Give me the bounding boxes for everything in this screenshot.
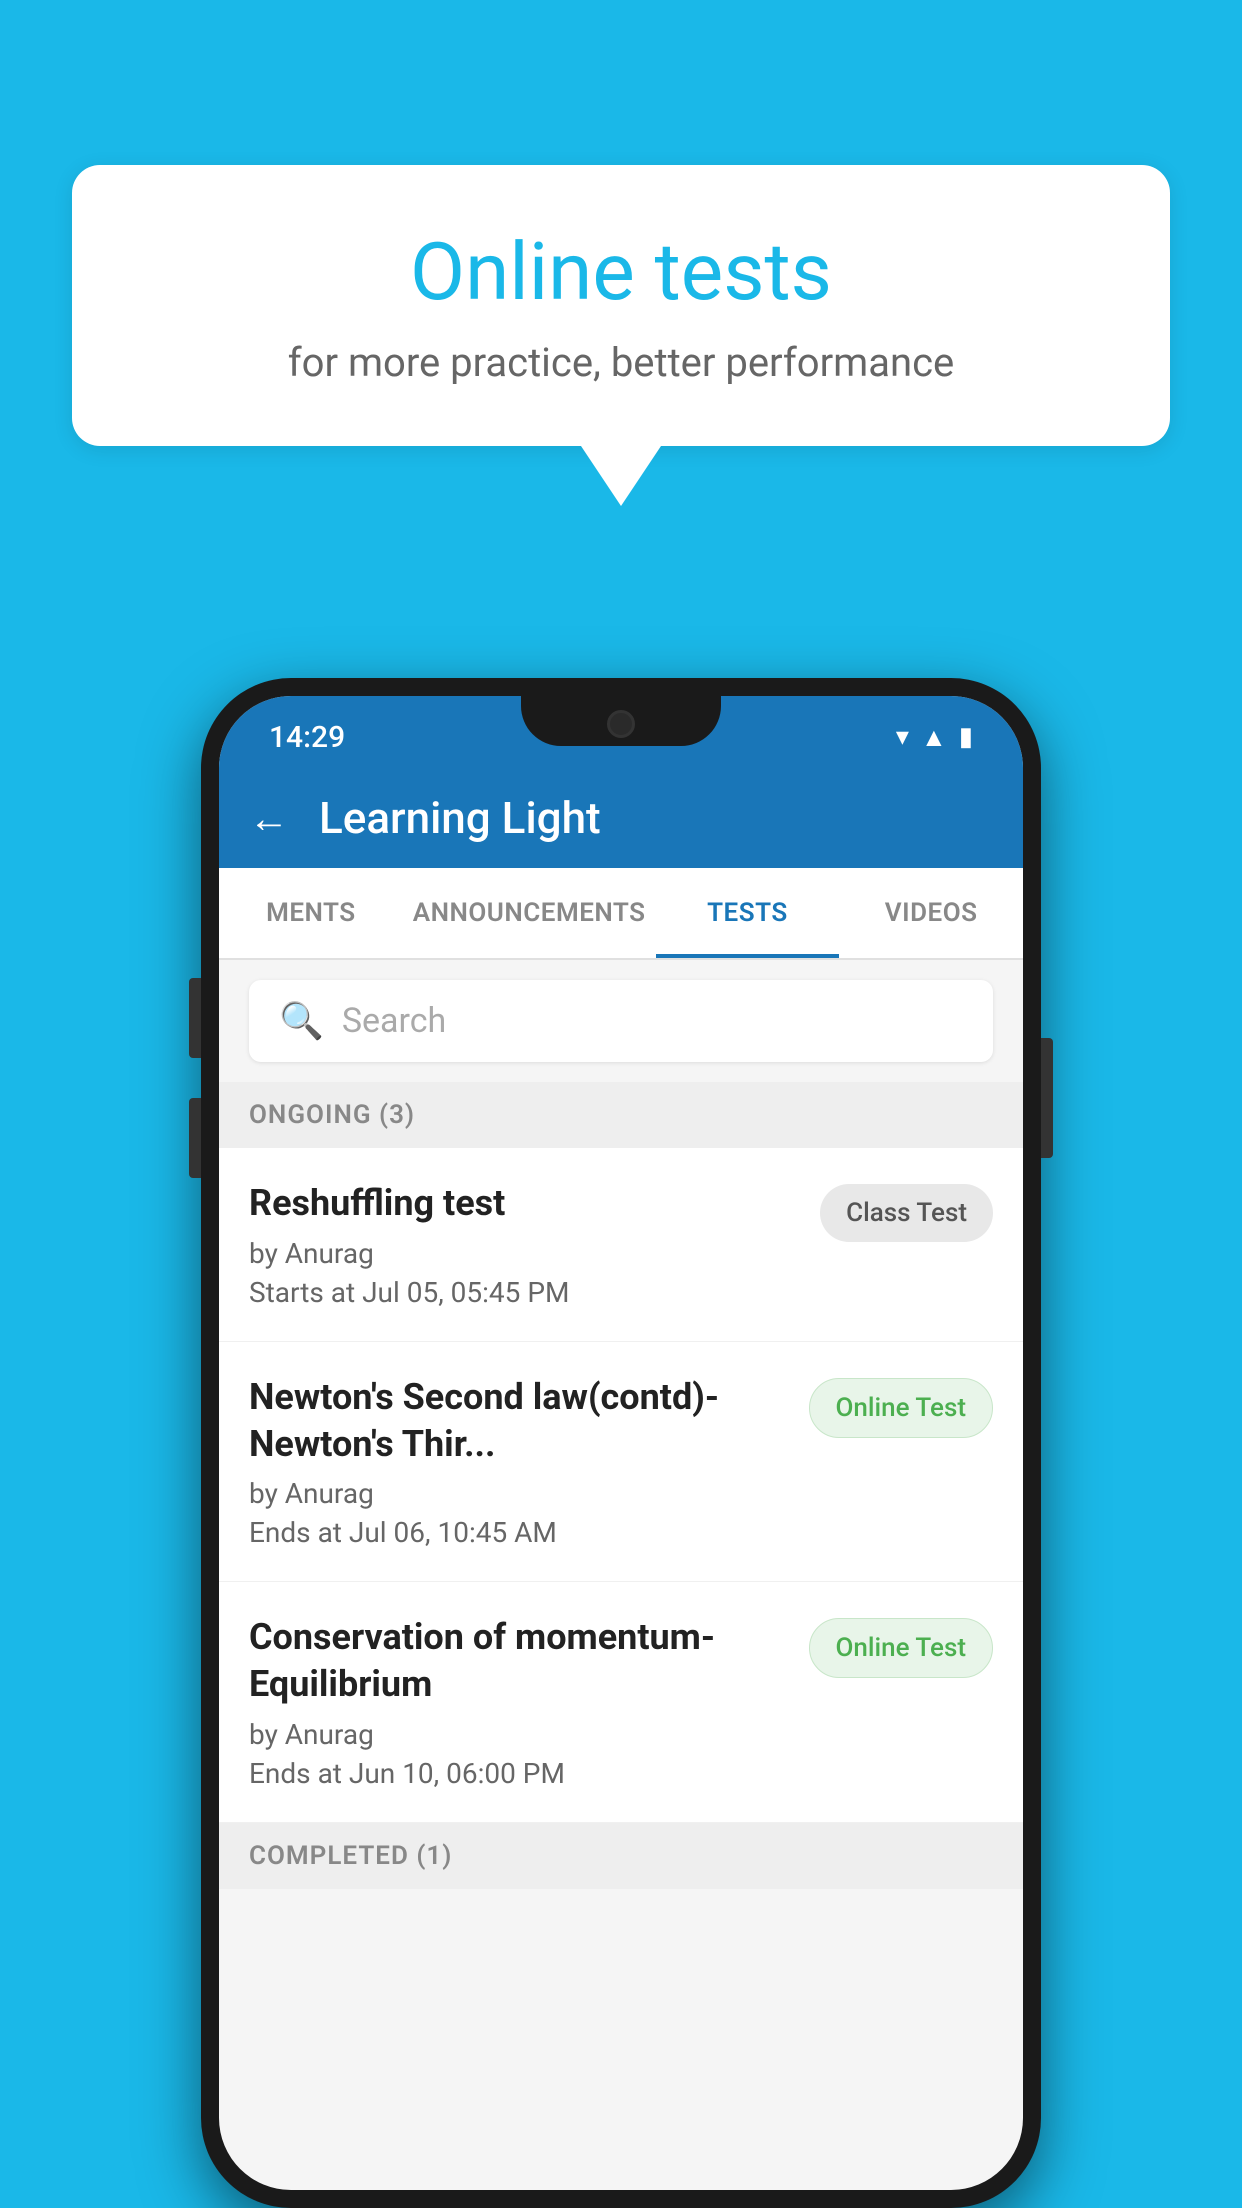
phone-body: 14:29 ▾ ▲ ▮ ← Learning Light MENTS ANNOU… xyxy=(201,678,1041,2208)
test-name: Newton's Second law(contd)-Newton's Thir… xyxy=(249,1374,789,1468)
test-by: by Anurag xyxy=(249,1237,800,1270)
test-list: Reshuffling test by Anurag Starts at Jul… xyxy=(219,1148,1023,1823)
test-badge-online-2: Online Test xyxy=(809,1618,994,1678)
speech-bubble-subtitle: for more practice, better performance xyxy=(152,339,1090,386)
test-info: Reshuffling test by Anurag Starts at Jul… xyxy=(249,1180,820,1309)
completed-section-header: COMPLETED (1) xyxy=(219,1823,1023,1889)
back-button[interactable]: ← xyxy=(249,795,289,842)
search-icon: 🔍 xyxy=(279,1000,324,1042)
test-item[interactable]: Reshuffling test by Anurag Starts at Jul… xyxy=(219,1148,1023,1342)
test-item[interactable]: Newton's Second law(contd)-Newton's Thir… xyxy=(219,1342,1023,1583)
test-by: by Anurag xyxy=(249,1477,789,1510)
test-time: Ends at Jun 10, 06:00 PM xyxy=(249,1757,789,1790)
test-time: Ends at Jul 06, 10:45 AM xyxy=(249,1516,789,1549)
volume-up-button xyxy=(189,978,201,1058)
tab-ments[interactable]: MENTS xyxy=(219,868,403,958)
phone-notch xyxy=(521,696,721,746)
test-info: Conservation of momentum-Equilibrium by … xyxy=(249,1614,809,1790)
status-time: 14:29 xyxy=(269,720,345,755)
tab-tests[interactable]: TESTS xyxy=(656,868,840,958)
test-by: by Anurag xyxy=(249,1718,789,1751)
phone-screen: 14:29 ▾ ▲ ▮ ← Learning Light MENTS ANNOU… xyxy=(219,696,1023,2190)
search-bar[interactable]: 🔍 Search xyxy=(249,980,993,1062)
tab-bar: MENTS ANNOUNCEMENTS TESTS VIDEOS xyxy=(219,868,1023,960)
search-container: 🔍 Search xyxy=(219,960,1023,1082)
signal-icon: ▲ xyxy=(921,722,947,753)
wifi-icon: ▾ xyxy=(896,722,909,752)
app-title: Learning Light xyxy=(319,792,601,844)
ongoing-section-header: ONGOING (3) xyxy=(219,1082,1023,1148)
speech-bubble: Online tests for more practice, better p… xyxy=(72,165,1170,446)
tab-announcements[interactable]: ANNOUNCEMENTS xyxy=(403,868,656,958)
speech-bubble-arrow xyxy=(581,446,661,506)
phone-mockup: 14:29 ▾ ▲ ▮ ← Learning Light MENTS ANNOU… xyxy=(201,678,1041,2208)
battery-icon: ▮ xyxy=(959,722,973,752)
test-item[interactable]: Conservation of momentum-Equilibrium by … xyxy=(219,1582,1023,1823)
tab-videos[interactable]: VIDEOS xyxy=(839,868,1023,958)
test-info: Newton's Second law(contd)-Newton's Thir… xyxy=(249,1374,809,1550)
power-button xyxy=(1041,1038,1053,1158)
app-header: ← Learning Light xyxy=(219,768,1023,868)
status-icons: ▾ ▲ ▮ xyxy=(896,722,973,753)
speech-bubble-title: Online tests xyxy=(152,225,1090,319)
phone-camera xyxy=(607,710,635,738)
test-time: Starts at Jul 05, 05:45 PM xyxy=(249,1276,800,1309)
test-badge-online: Online Test xyxy=(809,1378,994,1438)
test-name: Reshuffling test xyxy=(249,1180,800,1227)
volume-down-button xyxy=(189,1098,201,1178)
search-input[interactable]: Search xyxy=(342,1001,446,1041)
test-name: Conservation of momentum-Equilibrium xyxy=(249,1614,789,1708)
test-badge-class: Class Test xyxy=(820,1184,993,1242)
speech-bubble-area: Online tests for more practice, better p… xyxy=(72,165,1170,506)
